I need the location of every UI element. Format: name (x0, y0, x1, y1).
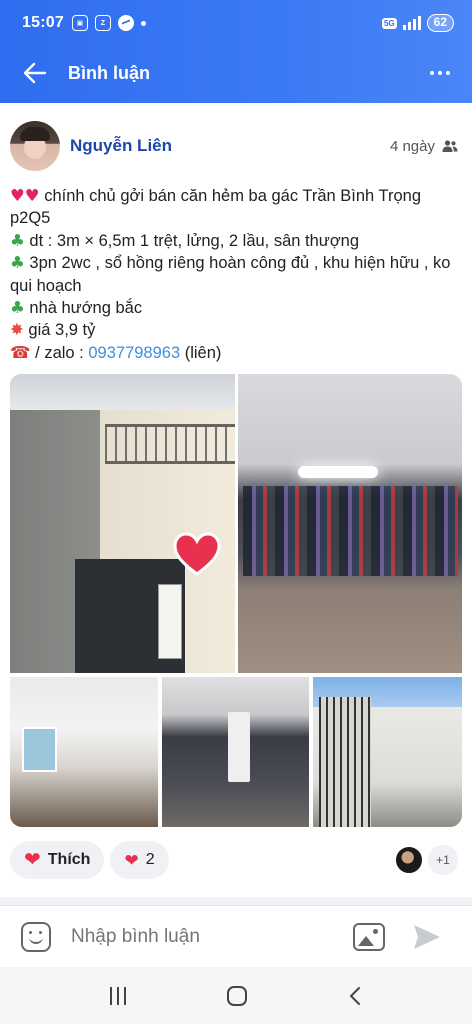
system-nav-bar (0, 967, 472, 1024)
app-header: 15:07 ▣ Z 5G 62 Bình luận (0, 0, 472, 103)
post-line-text: chính chủ gởi bán căn hẻm ba gác Trần Bì… (10, 187, 421, 228)
chevron-left-icon (349, 986, 360, 1005)
hanging-pants-shape (228, 712, 250, 782)
interior-room-photo[interactable] (10, 677, 158, 827)
back-arrow-icon (23, 62, 47, 84)
heart-emoji-icon: ♥♥ (10, 186, 40, 205)
status-bar: 15:07 ▣ Z 5G 62 (22, 12, 454, 34)
home-button[interactable] (226, 985, 247, 1006)
stairway-photo[interactable] (162, 677, 309, 827)
dot-icon (438, 71, 442, 75)
clover-emoji-icon: ♣ (10, 298, 25, 318)
recent-apps-button[interactable] (110, 986, 127, 1005)
clover-emoji-icon: ♣ (10, 253, 25, 273)
page-title: Bình luận (68, 62, 150, 83)
extra-viewer-count: +1 (428, 845, 458, 875)
heart-icon: ❤ (24, 849, 41, 871)
post-line-text: giá 3,9 tỷ (28, 321, 96, 340)
battery-icon: 62 (426, 14, 454, 32)
post-author-row: Nguyễn Liên 4 ngày (10, 121, 458, 171)
dot-icon (446, 71, 450, 75)
system-icons: 5G 62 (381, 14, 454, 32)
dot-icon (430, 71, 434, 75)
app-bar: Bình luận (0, 55, 472, 91)
post-line: ✸ giá 3,9 tỷ (10, 319, 458, 341)
sticker-button[interactable] (21, 921, 51, 952)
post-time: 4 ngày (390, 138, 458, 155)
reaction-count: 2 (145, 851, 155, 868)
more-notifications-icon (140, 20, 146, 26)
comment-input[interactable] (71, 925, 341, 948)
post-line-text: dt : 3m × 6,5m 1 trệt, lửng, 2 lầu, sân … (29, 231, 360, 250)
post-line: ♣ dt : 3m × 6,5m 1 trệt, lửng, 2 lầu, sâ… (10, 230, 458, 252)
nav-back-button[interactable] (348, 986, 362, 1006)
comment-bar (0, 905, 472, 967)
post-line-text: 3pn 2wc , sổ hồng riêng hoàn công đủ , k… (10, 254, 451, 295)
collision-emoji-icon: ✸ (10, 320, 24, 340)
house-front-photo[interactable] (10, 374, 235, 673)
friends-privacy-icon (442, 140, 458, 152)
author-avatar[interactable] (10, 121, 60, 171)
balcony-shape (105, 424, 235, 464)
send-icon (414, 924, 440, 949)
author-name[interactable]: Nguyễn Liên (70, 136, 172, 156)
clothes-rack-shape (243, 486, 458, 576)
messenger-notification-icon (117, 15, 134, 31)
more-options-button[interactable] (426, 59, 454, 87)
back-button[interactable] (18, 55, 58, 91)
send-button[interactable] (412, 923, 442, 951)
clothing-room-photo[interactable] (238, 374, 462, 673)
image-attach-button[interactable] (353, 922, 385, 951)
viewer-avatar (394, 845, 424, 875)
post-line: ♣ nhà hướng bắc (10, 297, 458, 319)
notification-icons: ▣ Z (71, 15, 146, 31)
post-line-text: nhà hướng bắc (29, 299, 143, 318)
heart-sticker-icon (173, 532, 221, 576)
like-button[interactable]: ❤ Thích (10, 841, 105, 879)
viewers-group[interactable]: +1 (394, 845, 458, 875)
contact-prefix: / zalo : (35, 343, 84, 362)
post-line: ♣ 3pn 2wc , sổ hồng riêng hoàn công đủ ,… (10, 252, 458, 297)
signal-icon (402, 16, 421, 30)
like-label: Thích (47, 851, 91, 868)
window-shape (22, 727, 57, 772)
phone-number-link[interactable]: 0937798963 (88, 344, 180, 362)
status-time: 15:07 (22, 14, 64, 31)
post-line: ♥♥ chính chủ gởi bán căn hẻm ba gác Trần… (10, 185, 458, 230)
post-card: Nguyễn Liên 4 ngày ♥♥ chính chủ gởi bán … (0, 103, 472, 897)
telephone-emoji-icon: ☎ (10, 342, 31, 362)
reactions-row: ❤ Thích ❤ 2 +1 (10, 840, 458, 880)
post-contact-line: ☎ / zalo : 0937798963 (liên) (10, 342, 458, 364)
photo-notification-icon: ▣ (71, 15, 88, 31)
post-content: ♥♥ chính chủ gởi bán căn hẻm ba gác Trần… (10, 185, 458, 364)
clover-emoji-icon: ♣ (10, 230, 25, 250)
gate-shape (319, 697, 371, 827)
photo-grid (10, 374, 462, 827)
post-time-label: 4 ngày (389, 137, 435, 155)
shop-sign-shape (158, 584, 182, 659)
contact-suffix: (liên) (184, 343, 222, 362)
alley-photo[interactable] (313, 677, 462, 827)
ceiling-light-shape (298, 466, 378, 478)
reaction-count-button[interactable]: ❤ 2 (110, 841, 169, 879)
network-type-icon: 5G (381, 17, 397, 29)
heart-icon: ❤ (124, 850, 139, 870)
zalo-notification-icon: Z (94, 15, 111, 31)
